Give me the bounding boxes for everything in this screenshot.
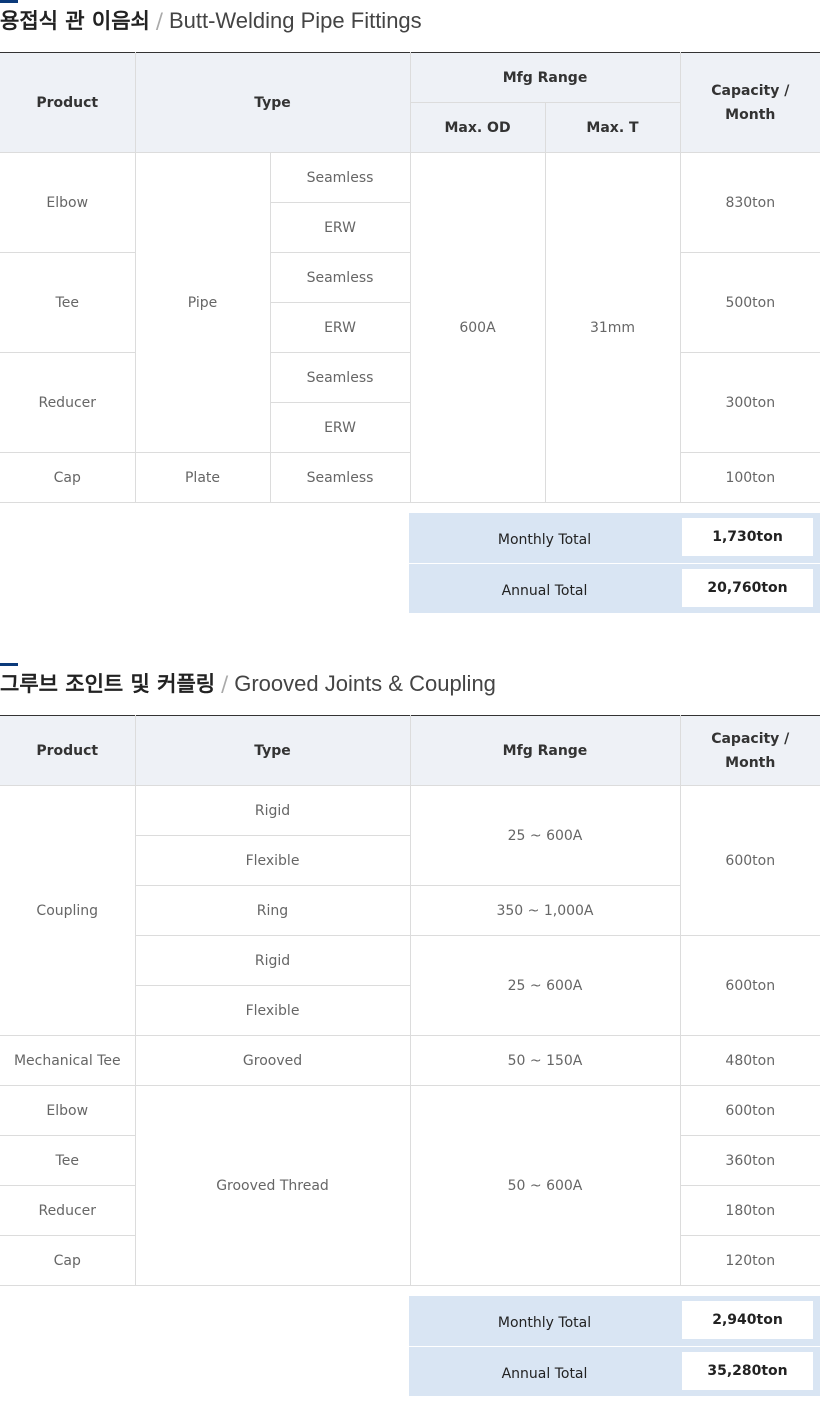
header-mfg-range: Mfg Range — [409, 715, 681, 786]
cell-plate: Plate — [134, 452, 271, 503]
table-row: Coupling Rigid 25 ~ 600A 600ton — [0, 785, 820, 1036]
cell-tee-capacity: 500ton — [679, 252, 820, 353]
header-type: Type — [134, 52, 411, 153]
monthly-total-value: 1,730ton — [682, 518, 813, 556]
cell-cap: Cap — [0, 1235, 136, 1286]
monthly-total-row: Monthly Total 1,730ton — [409, 513, 820, 563]
cell-tee: Tee — [0, 1135, 136, 1186]
title-accent-bar — [0, 0, 18, 3]
header-capacity-line2: Month — [725, 106, 776, 123]
title-english: Butt-Welding Pipe Fittings — [168, 8, 422, 33]
cell-ring: Ring — [135, 885, 411, 936]
cell-cap-capacity: 100ton — [679, 452, 820, 503]
cell-seamless: Seamless — [269, 252, 411, 303]
cell-reducer-capacity: 180ton — [679, 1185, 820, 1236]
header-type: Type — [134, 715, 411, 786]
totals-box-butt-welding: Monthly Total 1,730ton Annual Total 20,7… — [409, 513, 820, 613]
cell-coupling-capacity-1: 600ton — [679, 785, 820, 936]
monthly-total-label: Monthly Total — [497, 532, 592, 548]
cell-rigid: Rigid — [135, 935, 411, 986]
cell-rigid: Rigid — [134, 785, 411, 836]
cell-tee-capacity: 360ton — [679, 1135, 820, 1186]
totals-box-grooved: Monthly Total 2,940ton Annual Total 35,2… — [409, 1296, 820, 1396]
monthly-total-label: Monthly Total — [497, 1315, 592, 1331]
header-max-od: Max. OD — [410, 102, 546, 153]
annual-total-label: Annual Total — [501, 583, 588, 599]
cell-mechanical-tee: Mechanical Tee — [0, 1035, 136, 1086]
title-accent-bar — [0, 663, 18, 666]
table-row: Elbow Grooved Thread 50 ~ 600A 600ton — [0, 1085, 820, 1286]
cell-pipe: Pipe — [134, 152, 271, 453]
cell-flexible: Flexible — [135, 985, 410, 1036]
monthly-total-row: Monthly Total 2,940ton — [409, 1296, 820, 1346]
title-korean: 그루브 조인트 및 커플링 — [0, 672, 216, 696]
cell-grooved: Grooved — [134, 1035, 411, 1086]
cell-range-350-1000: 350 ~ 1,000A — [409, 885, 680, 936]
grooved-table: Product Type Mfg Range Capacity / Month … — [0, 715, 820, 1286]
cell-cap: Cap — [0, 452, 136, 503]
annual-total-value: 35,280ton — [682, 1352, 813, 1390]
cell-tee: Tee — [0, 252, 136, 353]
section-heading: 용접식 관 이음쇠 / Butt-Welding Pipe Fittings — [0, 5, 422, 35]
cell-erw: ERW — [270, 402, 410, 453]
table-row: Mechanical Tee Grooved 50 ~ 150A 480ton — [0, 1035, 820, 1086]
cell-erw: ERW — [270, 302, 410, 353]
section-title-butt-welding: 용접식 관 이음쇠 / Butt-Welding Pipe Fittings — [0, 0, 820, 52]
cell-elbow-capacity: 830ton — [679, 152, 820, 253]
cell-max-od-value: 600A — [409, 152, 546, 503]
cell-seamless: Seamless — [269, 152, 411, 203]
cell-mechanical-tee-capacity: 480ton — [679, 1035, 820, 1086]
section-title-grooved: 그루브 조인트 및 커플링 / Grooved Joints & Coupling — [0, 663, 820, 715]
header-max-t: Max. T — [544, 102, 681, 153]
cell-range-25-600: 25 ~ 600A — [409, 935, 681, 1036]
header-capacity-line2: Month — [725, 754, 776, 771]
title-separator: / — [155, 9, 163, 33]
cell-range-50-600: 50 ~ 600A — [409, 1085, 681, 1286]
header-product: Product — [0, 715, 136, 786]
table-row: Elbow Pipe Seamless 600A 31mm 830ton — [0, 152, 820, 503]
header-capacity: Capacity / Month — [679, 715, 820, 786]
title-korean: 용접식 관 이음쇠 — [0, 9, 150, 33]
cell-range-25-600: 25 ~ 600A — [409, 785, 681, 886]
cell-coupling: Coupling — [0, 785, 136, 1036]
cell-seamless: Seamless — [269, 352, 411, 403]
cell-reducer-capacity: 300ton — [679, 352, 820, 453]
header-product: Product — [0, 52, 136, 153]
cell-range-50-150: 50 ~ 150A — [409, 1035, 681, 1086]
header-capacity: Capacity / Month — [679, 52, 820, 153]
header-capacity-line1: Capacity / — [711, 82, 790, 99]
cell-elbow: Elbow — [0, 152, 136, 253]
cell-elbow-capacity: 600ton — [679, 1085, 820, 1136]
cell-flexible: Flexible — [135, 835, 410, 886]
cell-erw: ERW — [270, 202, 410, 253]
cell-elbow: Elbow — [0, 1085, 136, 1136]
annual-total-row: Annual Total 20,760ton — [409, 563, 820, 613]
header-capacity-line1: Capacity / — [711, 730, 790, 747]
cell-grooved-thread: Grooved Thread — [134, 1085, 411, 1286]
monthly-total-value: 2,940ton — [682, 1301, 813, 1339]
cell-seamless: Seamless — [269, 452, 411, 503]
butt-welding-table: Product Type Mfg Range Capacity / Month … — [0, 52, 820, 503]
annual-total-row: Annual Total 35,280ton — [409, 1346, 820, 1396]
title-separator: / — [221, 672, 229, 696]
cell-reducer: Reducer — [0, 1185, 136, 1236]
cell-max-t-value: 31mm — [544, 152, 681, 503]
title-english: Grooved Joints & Coupling — [234, 671, 496, 696]
section-heading: 그루브 조인트 및 커플링 / Grooved Joints & Coupling — [0, 668, 496, 698]
header-mfg-range: Mfg Range — [409, 52, 681, 103]
annual-total-label: Annual Total — [501, 1366, 588, 1382]
cell-cap-capacity: 120ton — [679, 1235, 820, 1286]
cell-coupling-capacity-2: 600ton — [679, 935, 820, 1036]
cell-reducer: Reducer — [0, 352, 136, 453]
annual-total-value: 20,760ton — [682, 569, 813, 607]
